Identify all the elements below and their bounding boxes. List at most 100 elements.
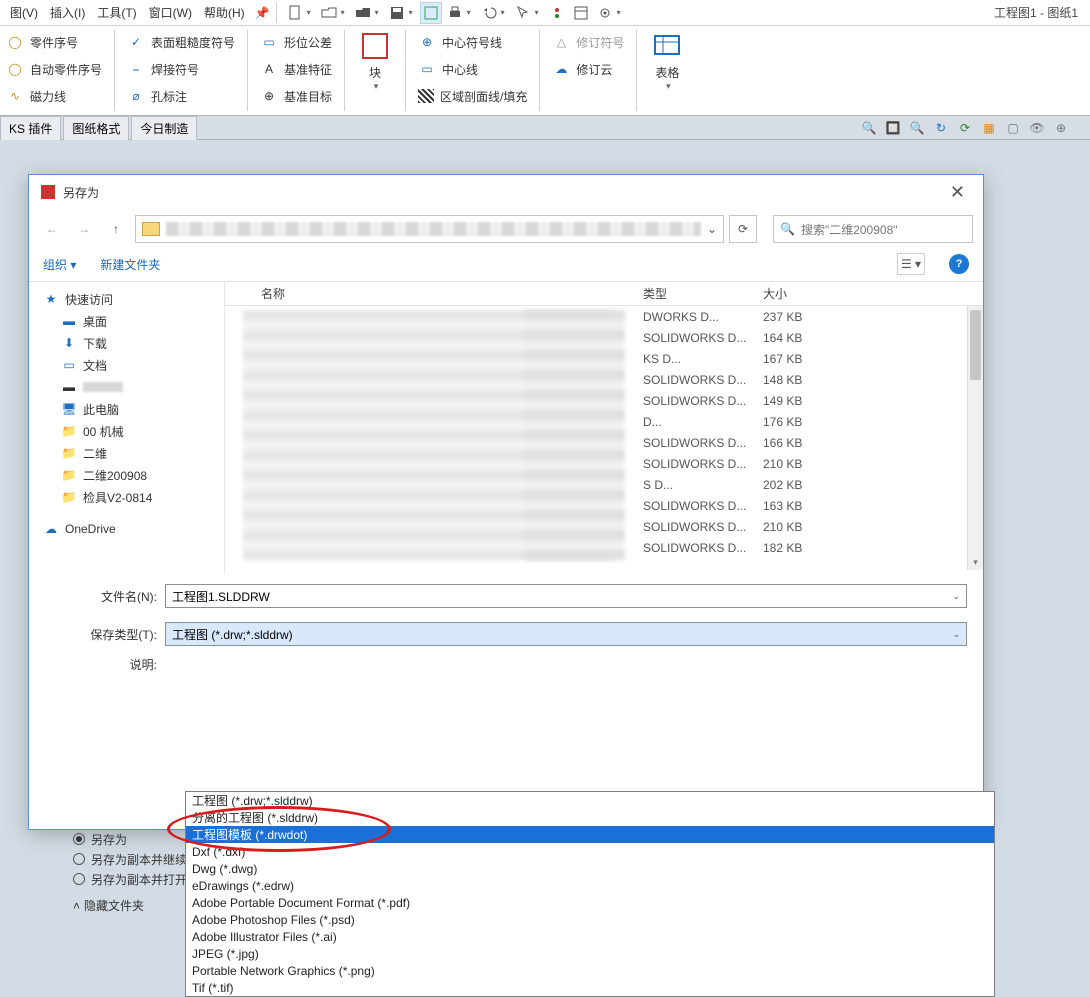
up-icon[interactable]: ↑ xyxy=(103,216,129,242)
rb-centerline[interactable]: ▭中心线 xyxy=(418,57,527,81)
filetype-option[interactable]: 工程图 (*.drw;*.slddrw) xyxy=(186,792,994,809)
table-row[interactable]: S D...202 KB xyxy=(643,478,843,499)
sidebar-desktop[interactable]: ▬桌面 xyxy=(33,310,220,332)
filetype-option[interactable]: Portable Network Graphics (*.png) xyxy=(186,962,994,979)
sidebar-onedrive[interactable]: ☁OneDrive xyxy=(33,518,220,540)
search-input[interactable]: 🔍 搜索"二维200908" xyxy=(773,215,973,243)
col-type[interactable]: 类型 xyxy=(643,285,763,302)
filename-input[interactable]: 工程图1.SLDDRW⌄ xyxy=(165,584,967,608)
help-icon[interactable]: ? xyxy=(949,254,969,274)
rb-balloon[interactable]: ◯零件序号 xyxy=(6,30,102,54)
menu-help[interactable]: 帮助(H) xyxy=(198,1,251,24)
menu-insert[interactable]: 插入(I) xyxy=(44,1,91,24)
sidebar-folder-2[interactable]: 📁二维 xyxy=(33,442,220,464)
sidebar-quick-access[interactable]: ★快速访问 xyxy=(33,288,220,310)
organize-button[interactable]: 组织 ▾ xyxy=(43,256,76,273)
scroll-thumb[interactable] xyxy=(970,310,981,380)
table-row[interactable]: SOLIDWORKS D...210 KB xyxy=(643,520,843,541)
sidebar-hidden[interactable]: ▬ xyxy=(33,376,220,398)
undo-icon[interactable] xyxy=(478,2,500,24)
print-icon[interactable] xyxy=(444,2,466,24)
rb-datum[interactable]: A基准特征 xyxy=(260,57,332,81)
zoom-area-icon[interactable]: 🔲 xyxy=(884,119,902,137)
rb-datum-target[interactable]: ⊕基准目标 xyxy=(260,84,332,108)
zoom-icon[interactable]: 🔍 xyxy=(860,119,878,137)
traffic-icon[interactable] xyxy=(546,2,568,24)
table-row[interactable]: SOLIDWORKS D...182 KB xyxy=(643,541,843,562)
filetype-option[interactable]: 分离的工程图 (*.slddrw) xyxy=(186,809,994,826)
open-folder-icon[interactable] xyxy=(352,2,374,24)
rb-hole-callout[interactable]: ⌀孔标注 xyxy=(127,84,235,108)
refresh-view-icon[interactable]: ⟳ xyxy=(956,119,974,137)
rebuild-icon[interactable] xyxy=(420,2,442,24)
rb-tables[interactable]: 表格▾ xyxy=(643,26,691,115)
table-row[interactable]: SOLIDWORKS D...164 KB xyxy=(643,331,843,352)
rb-revision-cloud[interactable]: ☁修订云 xyxy=(552,57,624,81)
filetype-option[interactable]: Adobe Photoshop Files (*.psd) xyxy=(186,911,994,928)
scrollbar[interactable]: ▴ ▾ xyxy=(967,306,983,570)
box-icon[interactable]: ▢ xyxy=(1004,119,1022,137)
col-size[interactable]: 大小 xyxy=(763,285,843,302)
table-row[interactable]: SOLIDWORKS D...149 KB xyxy=(643,394,843,415)
rb-gtol[interactable]: ▭形位公差 xyxy=(260,30,332,54)
sidebar-documents[interactable]: ▭文档 xyxy=(33,354,220,376)
filetype-dropdown[interactable]: 工程图 (*.drw;*.slddrw)分离的工程图 (*.slddrw)工程图… xyxy=(185,791,995,997)
filetype-option[interactable]: Adobe Portable Document Format (*.pdf) xyxy=(186,894,994,911)
sidebar-folder-3[interactable]: 📁二维200908 xyxy=(33,464,220,486)
menu-window[interactable]: 窗口(W) xyxy=(143,1,198,24)
rb-hatch[interactable]: 区域剖面线/填充 xyxy=(418,84,527,108)
menu-tools[interactable]: 工具(T) xyxy=(91,1,142,24)
radio-save-copy-continue[interactable]: 另存为副本并继续 xyxy=(73,849,187,869)
chevron-down-icon[interactable]: ⌄ xyxy=(707,222,717,236)
new-doc-icon[interactable] xyxy=(284,2,306,24)
table-row[interactable]: SOLIDWORKS D...210 KB xyxy=(643,457,843,478)
eye-icon[interactable]: 👁 xyxy=(1028,119,1046,137)
filetype-option[interactable]: Dxf (*.dxf) xyxy=(186,843,994,860)
table-row[interactable]: SOLIDWORKS D...148 KB xyxy=(643,373,843,394)
tab-today-mfg[interactable]: 今日制造 xyxy=(131,116,197,140)
radio-save-as[interactable]: 另存为 xyxy=(73,829,187,849)
filetype-option[interactable]: eDrawings (*.edrw) xyxy=(186,877,994,894)
rotate-icon[interactable]: ↻ xyxy=(932,119,950,137)
filetype-option[interactable]: 工程图模板 (*.drwdot) xyxy=(186,826,994,843)
menu-view[interactable]: 图(V) xyxy=(4,1,44,24)
scroll-down-icon[interactable]: ▾ xyxy=(968,554,983,570)
sidebar-folder-4[interactable]: 📁检具V2-0814 xyxy=(33,486,220,508)
globe-icon[interactable]: ⊕ xyxy=(1052,119,1070,137)
rb-auto-balloon[interactable]: ◯自动零件序号 xyxy=(6,57,102,81)
hide-folders-toggle[interactable]: ˄隐藏文件夹 xyxy=(73,897,187,914)
rb-center-mark[interactable]: ⊕中心符号线 xyxy=(418,30,527,54)
sidebar-this-pc[interactable]: 🖥此电脑 xyxy=(33,398,220,420)
zoom-fit-icon[interactable]: 🔍 xyxy=(908,119,926,137)
filetype-option[interactable]: JPEG (*.jpg) xyxy=(186,945,994,962)
table-row[interactable]: SOLIDWORKS D...163 KB xyxy=(643,499,843,520)
filetype-option[interactable]: Adobe Illustrator Files (*.ai) xyxy=(186,928,994,945)
settings-icon[interactable] xyxy=(594,2,616,24)
radio-save-copy-open[interactable]: 另存为副本并打开 xyxy=(73,869,187,889)
filetype-combo[interactable]: 工程图 (*.drw;*.slddrw)⌄ xyxy=(165,622,967,646)
tab-ks-plugin[interactable]: KS 插件 xyxy=(0,116,61,140)
rb-block[interactable]: 块▾ xyxy=(351,26,399,115)
back-icon[interactable]: ← xyxy=(39,216,65,242)
sidebar-downloads[interactable]: ⬇下载 xyxy=(33,332,220,354)
filetype-option[interactable]: Tif (*.tif) xyxy=(186,979,994,996)
rb-weld-symbol[interactable]: ⎯焊接符号 xyxy=(127,57,235,81)
col-name[interactable]: 名称 xyxy=(225,285,643,302)
view-options-icon[interactable]: ☰ ▾ xyxy=(897,253,925,275)
pin-icon[interactable]: 📌 xyxy=(255,6,270,20)
options-icon[interactable] xyxy=(570,2,592,24)
tab-sheet-format[interactable]: 图纸格式 xyxy=(63,116,129,140)
table-row[interactable]: D...176 KB xyxy=(643,415,843,436)
display-style-icon[interactable]: ▦ xyxy=(980,119,998,137)
new-folder-button[interactable]: 新建文件夹 xyxy=(100,256,160,273)
table-row[interactable]: KS D...167 KB xyxy=(643,352,843,373)
filetype-option[interactable]: Dwg (*.dwg) xyxy=(186,860,994,877)
address-bar[interactable]: ⌄ xyxy=(135,215,724,243)
open-icon[interactable] xyxy=(318,2,340,24)
refresh-icon[interactable]: ⟳ xyxy=(729,215,757,243)
sidebar-folder-1[interactable]: 📁00 机械 xyxy=(33,420,220,442)
table-row[interactable]: SOLIDWORKS D...166 KB xyxy=(643,436,843,457)
table-row[interactable]: DWORKS D...237 KB xyxy=(643,310,843,331)
save-icon[interactable] xyxy=(386,2,408,24)
close-icon[interactable]: ✕ xyxy=(942,180,973,205)
